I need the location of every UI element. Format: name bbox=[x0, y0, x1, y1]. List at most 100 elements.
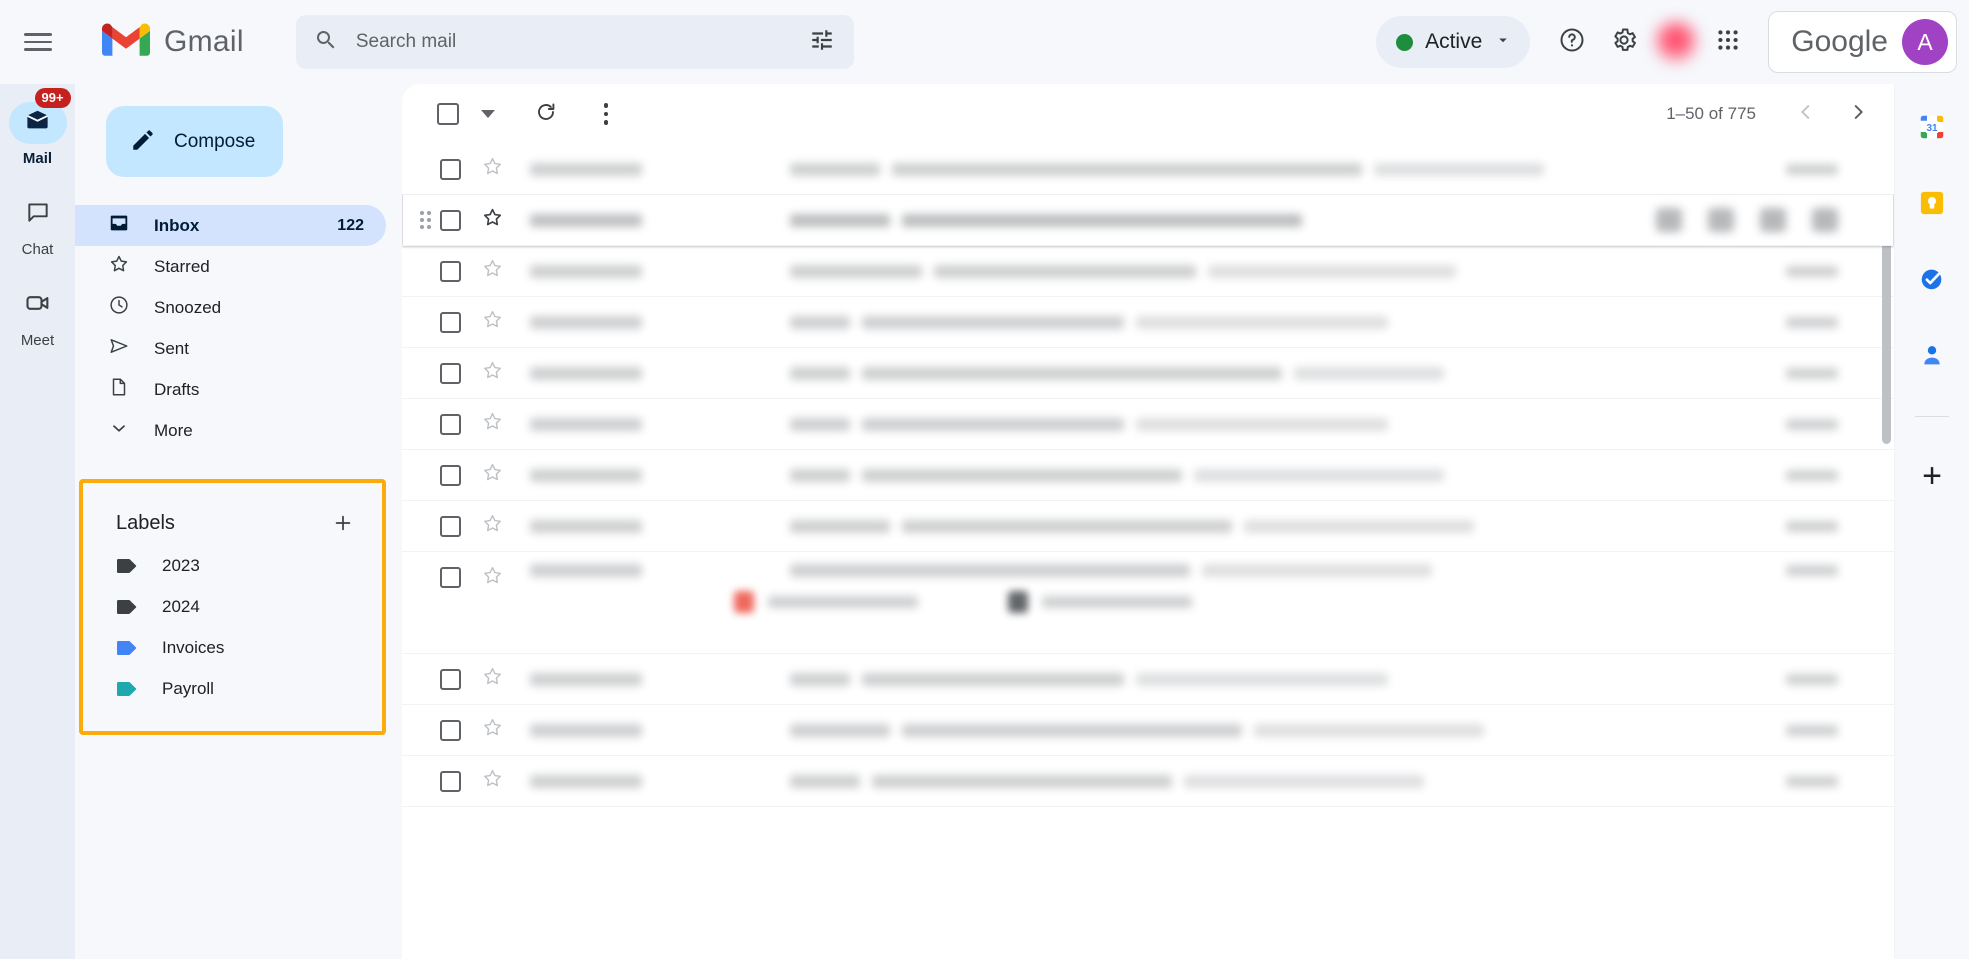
table-row[interactable] bbox=[402, 756, 1894, 807]
add-app-button[interactable]: + bbox=[1909, 453, 1955, 499]
mark-unread-icon[interactable] bbox=[1760, 208, 1786, 232]
drag-handle[interactable] bbox=[420, 211, 436, 229]
star-icon[interactable] bbox=[481, 206, 504, 234]
previous-page-button[interactable] bbox=[1782, 90, 1830, 138]
row-checkbox[interactable] bbox=[440, 209, 461, 231]
table-row[interactable] bbox=[402, 399, 1894, 450]
google-contacts-button[interactable] bbox=[1909, 334, 1955, 380]
checkbox-icon bbox=[437, 103, 459, 125]
labels-section: Labels 2023 2024 Invoices Payroll bbox=[79, 479, 386, 735]
more-options-button[interactable] bbox=[582, 90, 630, 138]
meet-camera-icon bbox=[24, 289, 52, 322]
compose-button[interactable]: Compose bbox=[106, 106, 283, 177]
rail-item-label: Mail bbox=[22, 150, 53, 167]
gmail-brand[interactable]: Gmail bbox=[102, 22, 244, 63]
google-tasks-button[interactable] bbox=[1909, 258, 1955, 304]
redacted-sender bbox=[530, 213, 642, 227]
chevron-left-icon bbox=[1795, 101, 1817, 128]
star-icon[interactable] bbox=[481, 767, 504, 795]
inbox-icon bbox=[108, 212, 130, 239]
rail-item-label: Chat bbox=[21, 241, 54, 258]
row-hover-actions[interactable] bbox=[1656, 208, 1838, 232]
status-selector[interactable]: Active bbox=[1376, 16, 1531, 68]
select-all-checkbox[interactable] bbox=[424, 90, 472, 138]
table-row[interactable] bbox=[402, 501, 1894, 552]
attachment-chip[interactable] bbox=[734, 591, 918, 613]
gmail-app-window: Gmail Active bbox=[0, 0, 1969, 959]
row-checkbox[interactable] bbox=[440, 515, 461, 537]
main-menu-button[interactable] bbox=[8, 12, 68, 72]
star-icon[interactable] bbox=[481, 564, 504, 592]
star-icon[interactable] bbox=[481, 512, 504, 540]
table-row[interactable] bbox=[402, 348, 1894, 399]
sidebar-item-more[interactable]: More bbox=[75, 410, 386, 451]
sidebar-item-inbox[interactable]: Inbox 122 bbox=[75, 205, 386, 246]
sidebar-item-label: Drafts bbox=[154, 379, 200, 399]
row-checkbox[interactable] bbox=[440, 260, 461, 282]
table-row[interactable] bbox=[402, 195, 1894, 246]
chevron-down-icon bbox=[481, 110, 495, 118]
table-row[interactable] bbox=[402, 654, 1894, 705]
sidebar-item-snoozed[interactable]: Snoozed bbox=[75, 287, 386, 328]
sidebar: Compose Inbox 122 Starred Snoozed Sent D… bbox=[75, 84, 402, 959]
rail-item-chat[interactable]: Chat bbox=[0, 193, 75, 258]
row-checkbox[interactable] bbox=[440, 362, 461, 384]
row-checkbox[interactable] bbox=[440, 567, 461, 588]
sidebar-item-sent[interactable]: Sent bbox=[75, 328, 386, 369]
table-row[interactable] bbox=[402, 450, 1894, 501]
avatar[interactable]: A bbox=[1902, 19, 1948, 65]
sidebar-item-label: Inbox bbox=[154, 215, 200, 235]
help-button[interactable] bbox=[1548, 18, 1596, 66]
settings-button[interactable] bbox=[1600, 18, 1648, 66]
row-checkbox[interactable] bbox=[440, 158, 461, 180]
delete-icon[interactable] bbox=[1708, 208, 1734, 232]
select-dropdown-button[interactable] bbox=[472, 90, 504, 138]
row-checkbox[interactable] bbox=[440, 413, 461, 435]
row-checkbox[interactable] bbox=[440, 719, 461, 741]
notification-profile-button[interactable] bbox=[1652, 18, 1700, 66]
sidebar-item-drafts[interactable]: Drafts bbox=[75, 369, 386, 410]
row-checkbox[interactable] bbox=[440, 311, 461, 333]
sidebar-item-starred[interactable]: Starred bbox=[75, 246, 386, 287]
sidebar-item-label: More bbox=[154, 420, 193, 440]
star-icon[interactable] bbox=[481, 155, 504, 183]
snooze-icon[interactable] bbox=[1812, 208, 1838, 232]
star-icon[interactable] bbox=[481, 461, 504, 489]
star-icon[interactable] bbox=[481, 308, 504, 336]
google-apps-button[interactable] bbox=[1704, 18, 1752, 66]
refresh-button[interactable] bbox=[522, 90, 570, 138]
table-row[interactable] bbox=[402, 246, 1894, 297]
rail-item-meet[interactable]: Meet bbox=[0, 284, 75, 349]
label-item-2023[interactable]: 2023 bbox=[83, 545, 374, 586]
row-checkbox[interactable] bbox=[440, 668, 461, 690]
google-keep-button[interactable] bbox=[1909, 182, 1955, 228]
table-row[interactable] bbox=[402, 297, 1894, 348]
label-item-payroll[interactable]: Payroll bbox=[83, 668, 374, 709]
next-page-button[interactable] bbox=[1834, 90, 1882, 138]
account-switcher[interactable]: Google A bbox=[1768, 11, 1957, 73]
star-icon[interactable] bbox=[481, 410, 504, 438]
star-icon[interactable] bbox=[481, 716, 504, 744]
star-icon[interactable] bbox=[481, 257, 504, 285]
google-calendar-button[interactable]: 31 bbox=[1909, 106, 1955, 152]
star-icon[interactable] bbox=[481, 359, 504, 387]
create-label-button[interactable] bbox=[326, 506, 360, 540]
search-icon bbox=[314, 28, 338, 57]
label-item-invoices[interactable]: Invoices bbox=[83, 627, 374, 668]
archive-icon[interactable] bbox=[1656, 208, 1682, 232]
table-row[interactable] bbox=[402, 705, 1894, 756]
table-row[interactable] bbox=[402, 552, 1894, 654]
search-bar[interactable] bbox=[295, 15, 854, 69]
row-checkbox[interactable] bbox=[440, 770, 461, 792]
rail-item-mail[interactable]: 99+ Mail bbox=[0, 88, 75, 167]
pdf-file-icon bbox=[734, 591, 754, 613]
row-checkbox[interactable] bbox=[440, 464, 461, 486]
search-options-button[interactable] bbox=[798, 18, 846, 66]
pencil-icon bbox=[130, 127, 156, 156]
star-icon[interactable] bbox=[481, 665, 504, 693]
redacted-attachment-name bbox=[768, 596, 918, 608]
search-input[interactable] bbox=[355, 31, 798, 53]
attachment-chip[interactable] bbox=[1008, 591, 1192, 613]
label-item-2024[interactable]: 2024 bbox=[83, 586, 374, 627]
table-row[interactable] bbox=[402, 144, 1894, 195]
